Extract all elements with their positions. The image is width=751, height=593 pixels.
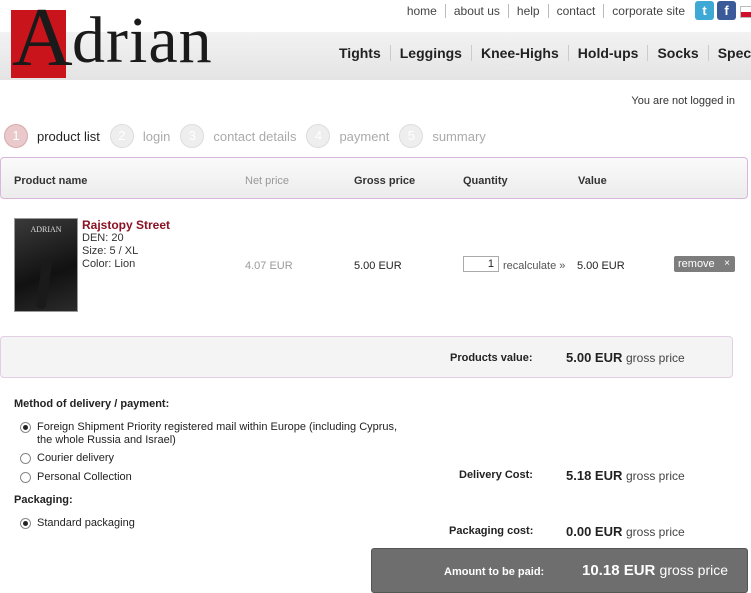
quantity-input[interactable]: 1 <box>463 256 499 272</box>
total-number: 10.18 EUR <box>582 562 656 579</box>
product-name-link[interactable]: Rajstopy Street <box>82 218 170 232</box>
step-login: 2 login <box>109 124 171 148</box>
delivery-option-courier[interactable]: Courier delivery <box>20 452 420 465</box>
total-amount: 10.18 EUR gross price <box>582 562 728 579</box>
delivery-cost-label: Delivery Cost: <box>459 469 533 481</box>
packaging-cost-number: 0.00 EUR <box>566 524 623 539</box>
facebook-icon[interactable]: f <box>717 1 736 20</box>
delivery-option-label: Personal Collection <box>37 471 132 483</box>
step-contact-details: 3 contact details <box>180 124 296 148</box>
step-number: 2 <box>109 124 134 148</box>
delivery-option-label: Foreign Shipment Priority registered mai… <box>37 421 398 446</box>
column-header-value: Value <box>578 175 607 187</box>
top-link-contact[interactable]: contact <box>547 4 604 18</box>
step-summary: 5 summary <box>399 124 486 148</box>
packaging-cost-amount: 0.00 EUR gross price <box>566 524 685 539</box>
twitter-icon[interactable]: t <box>695 1 714 20</box>
product-den: DEN: 20 <box>82 232 124 244</box>
packaging-cost-label: Packaging cost: <box>449 525 534 537</box>
delivery-cost-number: 5.18 EUR <box>566 468 623 483</box>
social-icons: t f <box>695 1 736 20</box>
step-payment: 4 payment <box>306 124 389 148</box>
packaging-option-label: Standard packaging <box>37 517 135 529</box>
main-nav: Tights Leggings Knee-Highs Hold-ups Sock… <box>330 45 751 61</box>
products-value-label: Products value: <box>450 352 533 364</box>
nav-item-special[interactable]: Special <box>707 45 751 61</box>
step-product-list: 1 product list <box>4 124 100 148</box>
products-value-amount: 5.00 EUR gross price <box>566 350 685 365</box>
column-header-quantity: Quantity <box>463 175 508 187</box>
top-link-help[interactable]: help <box>507 4 548 18</box>
thumbnail-brand: ADRIAN <box>30 225 62 234</box>
product-color: Color: Lion <box>82 258 136 270</box>
top-link-about[interactable]: about us <box>444 4 508 18</box>
checkout-steps: 1 product list 2 login 3 contact details… <box>4 124 496 148</box>
radio-button-selected[interactable] <box>20 422 31 433</box>
radio-button[interactable] <box>20 453 31 464</box>
step-label: product list <box>37 128 100 144</box>
logo-text[interactable]: drian <box>72 8 213 74</box>
total-label: Amount to be paid: <box>444 566 545 578</box>
nav-item-tights[interactable]: Tights <box>330 45 390 61</box>
column-header-product-name: Product name <box>14 175 88 187</box>
step-number: 5 <box>399 124 424 148</box>
login-status: You are not logged in <box>631 95 735 107</box>
step-number: 3 <box>180 124 205 148</box>
step-number: 1 <box>4 124 28 148</box>
close-icon: × <box>724 258 730 269</box>
gross-price-suffix: gross price <box>626 525 685 539</box>
product-size: Size: 5 / XL <box>82 245 139 257</box>
logo-letter-a[interactable]: A <box>12 0 73 80</box>
top-links: home about us help contact corporate sit… <box>399 4 693 18</box>
nav-item-hold-ups[interactable]: Hold-ups <box>567 45 648 61</box>
remove-button[interactable]: remove × <box>674 256 735 272</box>
step-label: summary <box>432 128 486 144</box>
packaging-option-standard[interactable]: Standard packaging <box>20 517 420 530</box>
gross-price-value: 5.00 EUR <box>354 260 402 272</box>
nav-item-knee-highs[interactable]: Knee-Highs <box>470 45 568 61</box>
radio-button-selected[interactable] <box>20 518 31 529</box>
column-header-gross-price: Gross price <box>354 175 416 187</box>
top-link-corporate[interactable]: corporate site <box>603 4 693 18</box>
nav-item-socks[interactable]: Socks <box>647 45 707 61</box>
packaging-title: Packaging: <box>14 494 73 506</box>
products-value-number: 5.00 EUR <box>566 350 623 365</box>
gross-price-suffix: gross price <box>659 562 729 578</box>
net-price-value: 4.07 EUR <box>245 260 293 272</box>
delivery-cost-amount: 5.18 EUR gross price <box>566 468 685 483</box>
thumbnail-figure <box>35 258 53 310</box>
delivery-method-title: Method of delivery / payment: <box>14 398 170 410</box>
nav-item-leggings[interactable]: Leggings <box>389 45 471 61</box>
product-thumbnail[interactable]: ADRIAN <box>14 218 78 312</box>
remove-label: remove <box>678 258 715 270</box>
step-label: contact details <box>213 128 297 144</box>
gross-price-suffix: gross price <box>626 351 685 365</box>
step-label: payment <box>339 128 390 144</box>
item-value: 5.00 EUR <box>577 260 625 272</box>
radio-button[interactable] <box>20 472 31 483</box>
delivery-option-foreign-shipment[interactable]: Foreign Shipment Priority registered mai… <box>20 421 410 447</box>
delivery-option-personal-collection[interactable]: Personal Collection <box>20 471 420 484</box>
delivery-option-label: Courier delivery <box>37 452 115 464</box>
top-link-home[interactable]: home <box>399 4 445 18</box>
gross-price-suffix: gross price <box>626 469 685 483</box>
step-label: login <box>142 128 171 144</box>
column-header-net-price: Net price <box>245 175 290 187</box>
step-number: 4 <box>306 124 331 148</box>
recalculate-link[interactable]: recalculate » <box>503 260 565 272</box>
polish-flag-icon[interactable] <box>740 6 751 18</box>
